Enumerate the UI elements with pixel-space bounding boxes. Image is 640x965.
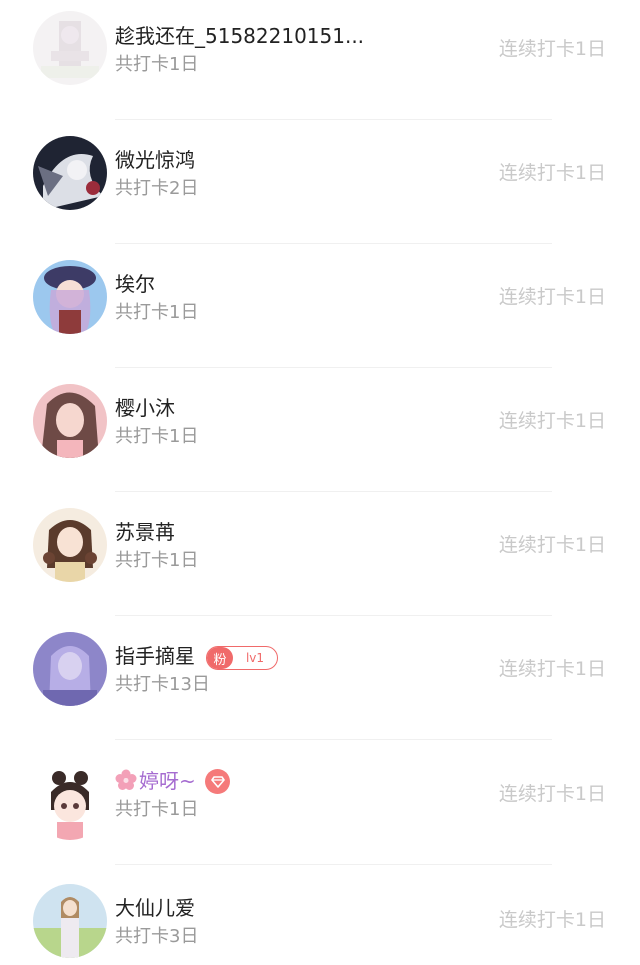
avatar[interactable] [33, 632, 107, 706]
fan-badge-level: lv1 [245, 651, 265, 665]
list-item[interactable]: 大仙儿爱 共打卡3日 连续打卡1日 [0, 868, 640, 965]
avatar[interactable] [33, 884, 107, 958]
user-name: 趁我还在_51582210151... [115, 24, 365, 48]
avatar[interactable] [33, 384, 107, 458]
list-item[interactable]: 微光惊鸿 共打卡2日 连续打卡1日 [0, 124, 640, 248]
streak-checkin: 连续打卡1日 [498, 38, 606, 60]
checkin-user-list: 趁我还在_51582210151... 共打卡1日 连续打卡1日 微光惊鸿 共打… [0, 0, 640, 965]
total-checkin: 共打卡3日 [115, 926, 199, 947]
total-checkin: 共打卡13日 [115, 674, 210, 695]
user-name: 樱小沐 [115, 396, 175, 420]
fan-level-badge: 粉 lv1 [206, 646, 278, 670]
fan-badge-label: 粉 [207, 647, 233, 669]
divider [115, 243, 552, 244]
avatar[interactable] [33, 766, 107, 840]
divider [115, 119, 552, 120]
list-item[interactable]: 趁我还在_51582210151... 共打卡1日 连续打卡1日 [0, 0, 640, 124]
list-item[interactable]: 婷呀~ 共打卡1日 连续打卡1日 [0, 744, 640, 868]
avatar[interactable] [33, 11, 107, 85]
user-name: 微光惊鸿 [115, 148, 195, 172]
list-item[interactable]: 指手摘星 粉 lv1 共打卡13日 连续打卡1日 [0, 620, 640, 744]
user-name: 苏景苒 [115, 520, 175, 544]
divider [115, 615, 552, 616]
streak-checkin: 连续打卡1日 [498, 658, 606, 680]
user-name: 埃尔 [115, 272, 155, 296]
streak-checkin: 连续打卡1日 [498, 534, 606, 556]
user-name: 婷呀~ [115, 769, 196, 793]
list-item[interactable]: 樱小沐 共打卡1日 连续打卡1日 [0, 372, 640, 496]
streak-checkin: 连续打卡1日 [498, 410, 606, 432]
avatar[interactable] [33, 508, 107, 582]
user-name: 大仙儿爱 [115, 896, 195, 920]
streak-checkin: 连续打卡1日 [498, 909, 606, 931]
user-name: 指手摘星 [115, 644, 195, 668]
list-item[interactable]: 埃尔 共打卡1日 连续打卡1日 [0, 248, 640, 372]
total-checkin: 共打卡1日 [115, 799, 199, 820]
gem-icon [205, 769, 230, 794]
divider [115, 739, 552, 740]
streak-checkin: 连续打卡1日 [498, 286, 606, 308]
list-item[interactable]: 苏景苒 共打卡1日 连续打卡1日 [0, 496, 640, 620]
total-checkin: 共打卡1日 [115, 54, 199, 75]
divider [115, 491, 552, 492]
avatar[interactable] [33, 136, 107, 210]
avatar[interactable] [33, 260, 107, 334]
total-checkin: 共打卡1日 [115, 426, 199, 447]
divider [115, 864, 552, 865]
user-name-text: 婷呀~ [139, 769, 196, 793]
streak-checkin: 连续打卡1日 [498, 783, 606, 805]
divider [115, 367, 552, 368]
sakura-icon [115, 769, 137, 790]
total-checkin: 共打卡1日 [115, 550, 199, 571]
total-checkin: 共打卡1日 [115, 302, 199, 323]
streak-checkin: 连续打卡1日 [498, 162, 606, 184]
total-checkin: 共打卡2日 [115, 178, 199, 199]
